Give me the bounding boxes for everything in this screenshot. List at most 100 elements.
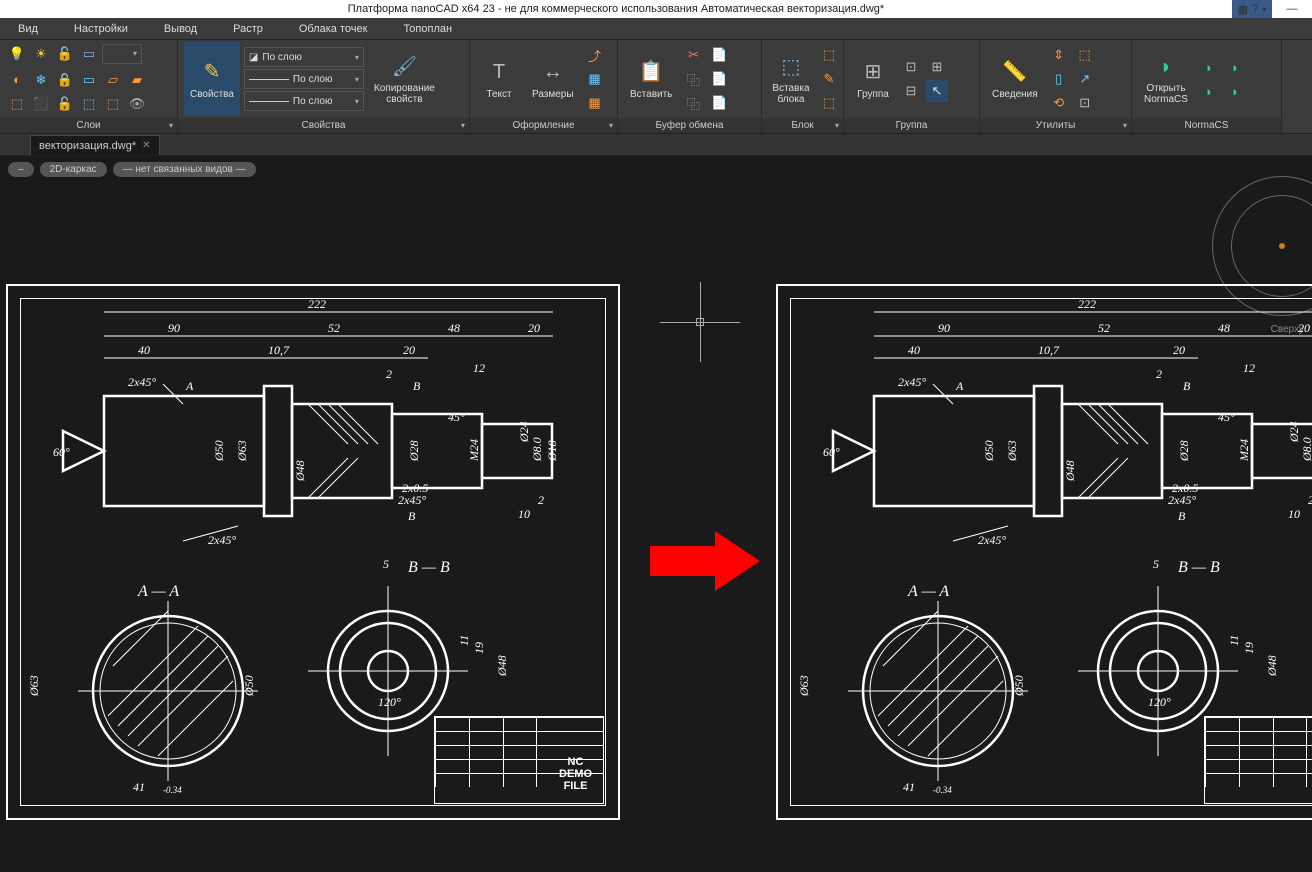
util-tool-6[interactable]: ⊡: [1074, 92, 1096, 114]
viewport[interactable]: – 2D-каркас — нет связанных видов — Свер…: [0, 156, 1312, 872]
menu-output[interactable]: Вывод: [146, 18, 215, 39]
svg-text:A — A: A — A: [137, 583, 179, 600]
svg-text:Ø50: Ø50: [242, 675, 256, 697]
svg-text:-0.34: -0.34: [933, 785, 952, 795]
panel-block: ⬚Вставкаблока ⬚ ✎ ⬚ Блок▾: [762, 40, 844, 133]
norma-tool-4[interactable]: ◗: [1224, 80, 1246, 102]
menu-view[interactable]: Вид: [0, 18, 56, 39]
info-button[interactable]: 📏Сведения: [986, 42, 1044, 116]
matchprops-button[interactable]: 🖌 Копированиесвойств: [368, 42, 441, 116]
svg-text:10: 10: [518, 507, 530, 521]
paste-special-2[interactable]: 📄: [708, 68, 730, 90]
square-icon: ◪: [249, 52, 258, 63]
lineweight-combo[interactable]: По слою▾: [244, 69, 364, 89]
layer-tool-12[interactable]: 👁: [126, 93, 148, 115]
svg-text:2x45°: 2x45°: [898, 375, 926, 389]
layer-tool-3[interactable]: 🔒: [54, 69, 76, 91]
norma-tool-2[interactable]: ◗: [1198, 80, 1220, 102]
document-tabs: векторизация.dwg* ✕: [0, 134, 1312, 156]
svg-text:Ø63: Ø63: [235, 440, 249, 462]
group-button[interactable]: ⊞Группа: [850, 42, 896, 116]
svg-text:Ø8.0: Ø8.0: [530, 437, 544, 462]
normacs-icon: ◗: [1152, 53, 1180, 81]
util-tool-1[interactable]: ⇕: [1048, 44, 1070, 66]
group-tool-1[interactable]: ⊡: [900, 56, 922, 78]
menu-pointclouds[interactable]: Облака точек: [281, 18, 386, 39]
bulb-icon[interactable]: 💡: [6, 43, 28, 65]
group-tool-4[interactable]: ↖: [926, 80, 948, 102]
panel-utilities: 📏Сведения ⇕ ▯ ⟲ ⬚ ↗ ⊡ Утилиты▾: [980, 40, 1132, 133]
help-button[interactable]: ▦ ? ▾: [1232, 0, 1272, 18]
group-tool-3[interactable]: ⊞: [926, 56, 948, 78]
paste-special-1[interactable]: 📄: [708, 44, 730, 66]
close-tab-icon[interactable]: ✕: [142, 140, 150, 151]
paste-button[interactable]: 📋Вставить: [624, 42, 678, 116]
norma-tool-3[interactable]: ◗: [1224, 56, 1246, 78]
svg-text:12: 12: [1243, 361, 1255, 375]
block-insert-button[interactable]: ⬚Вставкаблока: [768, 42, 814, 116]
minimize-button[interactable]: —: [1272, 0, 1312, 18]
layer-tool-4[interactable]: ▭: [78, 69, 100, 91]
properties-button[interactable]: ✎ Свойства: [184, 42, 240, 116]
layer-tool-6[interactable]: ▰: [126, 69, 148, 91]
layer-tool-1[interactable]: ◐: [6, 69, 28, 91]
text-icon: T: [485, 59, 513, 87]
lock-icon[interactable]: 🔓: [54, 43, 76, 65]
normacs-open-button[interactable]: ◗ОткрытьNormaCS: [1138, 42, 1194, 116]
util-tool-4[interactable]: ⬚: [1074, 44, 1096, 66]
svg-text:10,7: 10,7: [268, 343, 290, 357]
svg-text:12: 12: [473, 361, 485, 375]
layer-tool-2[interactable]: ❄: [30, 69, 52, 91]
svg-text:120°: 120°: [378, 695, 401, 709]
menu-raster[interactable]: Растр: [215, 18, 281, 39]
layer-tool-7[interactable]: ⬚: [6, 93, 28, 115]
pill-visualstyle[interactable]: 2D-каркас: [40, 162, 107, 177]
copy-base-button[interactable]: ⿻: [682, 92, 704, 114]
block-tool-1[interactable]: ⬚: [818, 44, 840, 66]
svg-text:222: 222: [308, 297, 326, 311]
ruler-icon: 📏: [1001, 59, 1029, 87]
linetype-combo[interactable]: По слою▾: [244, 91, 364, 111]
svg-text:Ø50: Ø50: [212, 440, 226, 462]
tab-document[interactable]: векторизация.dwg* ✕: [30, 135, 160, 155]
expand-icon[interactable]: ▾: [169, 121, 173, 130]
dimension-button[interactable]: ↔Размеры: [526, 42, 580, 116]
svg-text:-0.34: -0.34: [163, 785, 182, 795]
pill-minus[interactable]: –: [8, 162, 34, 177]
svg-text:A: A: [185, 379, 194, 393]
layer-tool-9[interactable]: 🔓: [54, 93, 76, 115]
group-tool-2[interactable]: ⊟: [900, 80, 922, 102]
annot-tool-2[interactable]: ▦: [584, 68, 606, 90]
svg-text:40: 40: [908, 343, 920, 357]
copy-button[interactable]: ⿻: [682, 68, 704, 90]
cut-button[interactable]: ✂: [682, 44, 704, 66]
svg-text:Ø50: Ø50: [982, 440, 996, 462]
titleblock-right: [1204, 716, 1312, 804]
layer-tool-8[interactable]: ⬛: [30, 93, 52, 115]
color-combo[interactable]: ◪По слою▾: [244, 47, 364, 67]
paste-special-3[interactable]: 📄: [708, 92, 730, 114]
svg-text:45°: 45°: [448, 410, 465, 424]
block-tool-3[interactable]: ⬚: [818, 92, 840, 114]
menu-topoplan[interactable]: Топоплан: [385, 18, 470, 39]
util-tool-3[interactable]: ⟲: [1048, 92, 1070, 114]
text-button[interactable]: TТекст: [476, 42, 522, 116]
layer-tool-10[interactable]: ⬚: [78, 93, 100, 115]
pill-views[interactable]: — нет связанных видов —: [113, 162, 256, 177]
svg-text:A — A: A — A: [907, 583, 949, 600]
layer-tool-11[interactable]: ⬚: [102, 93, 124, 115]
menu-settings[interactable]: Настройки: [56, 18, 146, 39]
svg-text:19: 19: [472, 642, 486, 654]
block-tool-2[interactable]: ✎: [818, 68, 840, 90]
annot-tool-1[interactable]: ⤴: [584, 44, 606, 66]
util-tool-2[interactable]: ▯: [1048, 68, 1070, 90]
sun-icon[interactable]: ☀: [30, 43, 52, 65]
norma-tool-1[interactable]: ◗: [1198, 56, 1220, 78]
svg-text:60°: 60°: [823, 445, 840, 459]
annot-tool-3[interactable]: ▦: [584, 92, 606, 114]
layer-combo[interactable]: ▾: [102, 44, 142, 64]
layer-color-icon[interactable]: ▭: [78, 43, 100, 65]
panel-layers: 💡 ☀ 🔓 ▭ ▾ ◐ ❄ 🔒 ▭ ▱ ▰ ⬚ ⬛ 🔓 ⬚: [0, 40, 178, 133]
layer-tool-5[interactable]: ▱: [102, 69, 124, 91]
util-tool-5[interactable]: ↗: [1074, 68, 1096, 90]
